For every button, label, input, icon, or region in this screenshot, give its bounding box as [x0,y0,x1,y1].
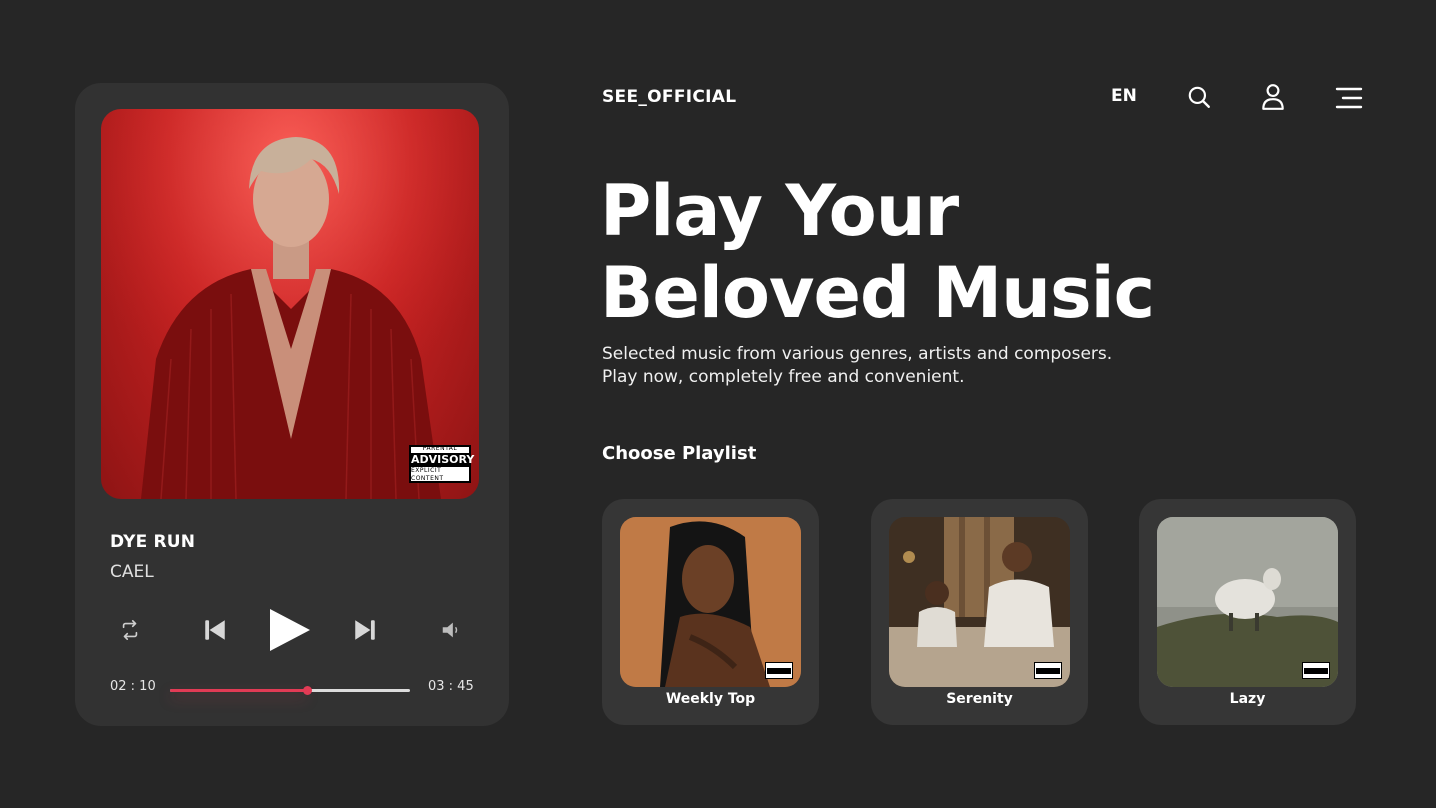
progress-fill [170,689,307,692]
repeat-button[interactable] [118,618,142,642]
previous-icon [205,620,225,640]
next-icon [355,620,375,640]
search-button[interactable] [1186,84,1212,114]
playlist-label: Weekly Top [665,691,756,707]
search-icon [1188,86,1210,108]
advisory-line-3: EXPLICIT CONTENT [411,467,444,482]
parental-advisory-label [765,662,793,679]
repeat-icon [122,620,138,640]
hero-subtitle-line-2: Play now, completely free and convenient… [602,367,965,387]
total-time: 03 : 45 [428,679,474,694]
volume-button[interactable] [439,619,463,641]
playlist-cover [1157,517,1338,687]
play-button[interactable] [265,606,313,654]
hero-subtitle: Selected music from various genres, arti… [602,343,1112,389]
parental-advisory-label: PARENTAL ADVISORY EXPLICIT CONTENT [409,445,475,483]
song-title: DYE RUN [110,532,196,552]
playlist-card-serenity[interactable]: Serenity [871,499,1088,725]
advisory-line-1: PARENTAL [422,445,458,452]
menu-button[interactable] [1335,86,1363,114]
album-cover-art [101,109,479,499]
song-artist: CAEL [110,562,154,582]
current-time: 02 : 10 [110,679,156,694]
volume-icon [442,622,458,638]
brand-logo[interactable]: SEE_OFFICIAL [602,87,736,107]
user-icon [1262,84,1284,110]
hero-subtitle-line-1: Selected music from various genres, arti… [602,344,1113,364]
menu-icon [1335,87,1363,109]
hero-line-2: Beloved Music [600,252,1155,334]
playlist-label: Serenity [946,691,1013,707]
playlist-cover [889,517,1070,687]
playlist-card-lazy[interactable]: Lazy [1139,499,1356,725]
playlist-cover [620,517,801,687]
hero-heading: Play Your Beloved Music [600,170,1155,334]
playlist-card-weekly-top[interactable]: Weekly Top [602,499,819,725]
next-button[interactable] [351,616,379,644]
parental-advisory-label [1034,662,1062,679]
advisory-line-2: ADVISORY [411,453,475,467]
hero-line-1: Play Your [600,170,959,252]
previous-button[interactable] [201,616,229,644]
progress-thumb[interactable] [302,686,312,695]
album-cover: PARENTAL ADVISORY EXPLICIT CONTENT [101,109,479,499]
language-selector[interactable]: EN [1111,86,1137,106]
play-icon [270,609,310,651]
parental-advisory-label [1302,662,1330,679]
playlist-heading: Choose Playlist [602,443,757,464]
playlist-label: Lazy [1229,691,1266,707]
music-player-card: PARENTAL ADVISORY EXPLICIT CONTENT DYE R… [75,83,509,726]
progress-bar[interactable] [170,686,410,695]
account-button[interactable] [1260,83,1286,115]
